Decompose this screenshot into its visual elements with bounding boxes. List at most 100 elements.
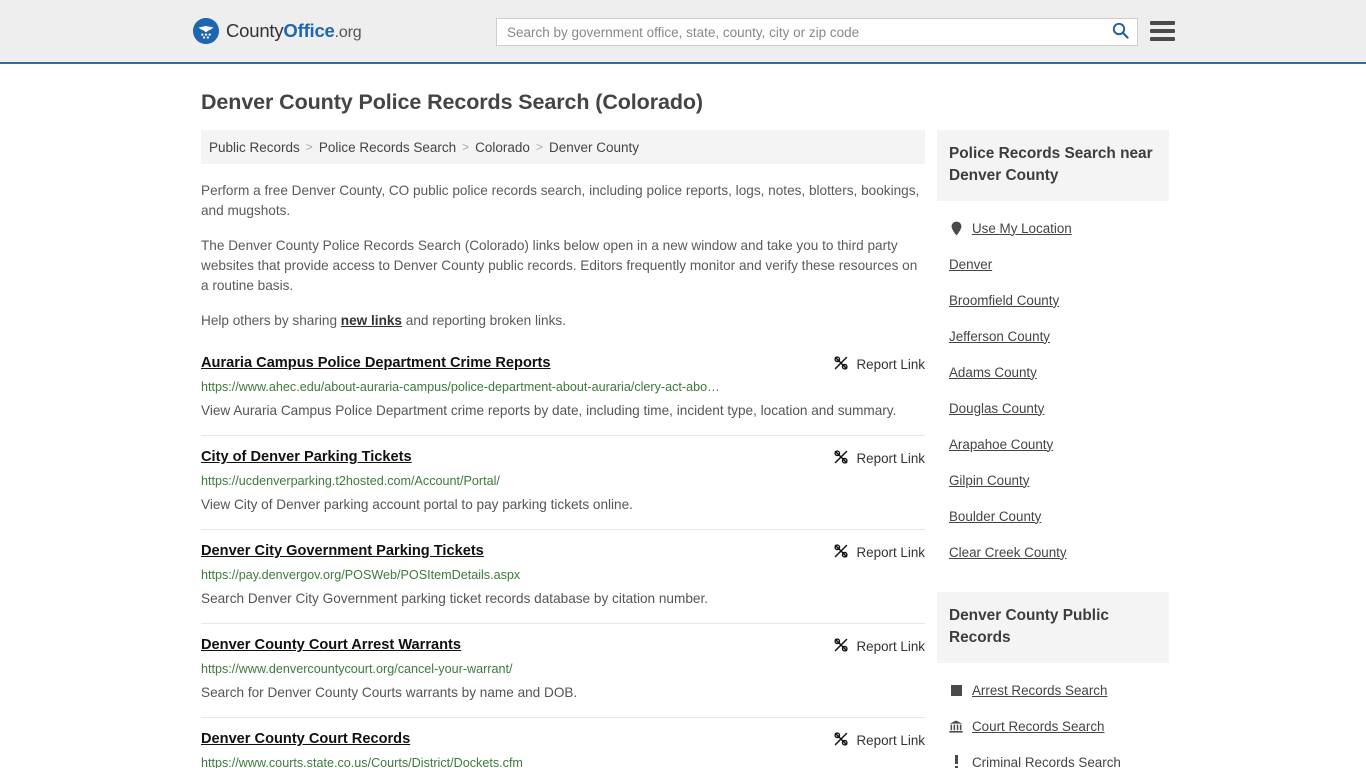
sidebar-public-records-block: Denver County Public Records Arrest Reco… [937,592,1169,768]
result-header: Denver County Court Arrest Warrants Repo… [201,636,925,656]
sidebar-item-boulder-county[interactable]: Boulder County [937,498,1169,534]
sidebar-item-criminal-records-search[interactable]: Criminal Records Search [937,744,1169,768]
logo-text-county: County [226,20,284,41]
results-list: Auraria Campus Police Department Crime R… [201,348,925,768]
sidebar-public-records-heading: Denver County Public Records [937,592,1169,663]
sidebar-item-jefferson-county[interactable]: Jefferson County [937,318,1169,354]
result-title-link[interactable]: City of Denver Parking Tickets [201,448,412,467]
breadcrumb-separator: > [462,140,470,154]
sidebar-link[interactable]: Denver [949,257,992,272]
report-link-button[interactable]: Report Link [833,449,925,468]
result-url: https://www.ahec.edu/about-auraria-campu… [201,380,720,394]
report-link-button[interactable]: Report Link [833,637,925,656]
sidebar-public-records-list: Arrest Records Search Court Records Sear… [937,672,1169,768]
sidebar-link[interactable]: Douglas County [949,401,1044,416]
page-layout: Public Records > Police Records Search >… [193,130,1173,768]
result-item: City of Denver Parking Tickets Report Li… [201,435,925,529]
sidebar-link[interactable]: Criminal Records Search [972,755,1121,768]
sidebar-item-gilpin-county[interactable]: Gilpin County [937,462,1169,498]
report-link-button[interactable]: Report Link [833,543,925,562]
result-description: Search for Denver County Courts warrants… [201,685,578,700]
report-link-label: Report Link [856,451,925,466]
breadcrumb-separator: > [535,140,543,154]
sidebar-item-denver[interactable]: Denver [937,246,1169,282]
broken-link-icon [833,543,849,562]
hamburger-menu-icon[interactable] [1150,21,1175,41]
result-title-link[interactable]: Auraria Campus Police Department Crime R… [201,354,551,373]
report-link-label: Report Link [856,357,925,372]
sidebar-link[interactable]: Use My Location [972,221,1072,236]
main-column: Public Records > Police Records Search >… [193,130,925,768]
result-url: https://pay.denvergov.org/POSWeb/POSItem… [201,568,521,582]
sidebar-link[interactable]: Arrest Records Search [972,683,1107,698]
breadcrumb-item-denver-county: Denver County [548,139,640,155]
sidebar-item-broomfield-county[interactable]: Broomfield County [937,282,1169,318]
search-input[interactable] [497,19,1103,45]
result-url: https://ucdenverparking.t2hosted.com/Acc… [201,474,500,488]
result-title-link[interactable]: Denver County Court Arrest Warrants [201,636,461,655]
breadcrumb-separator: > [305,140,313,154]
content-container: Denver County Police Records Search (Col… [193,90,1173,768]
sidebar-link[interactable]: Broomfield County [949,293,1059,308]
intro-paragraph-2: The Denver County Police Records Search … [201,238,918,293]
sidebar-link[interactable]: Boulder County [949,509,1041,524]
sidebar-link[interactable]: Court Records Search [972,719,1104,734]
report-link-button[interactable]: Report Link [833,731,925,750]
breadcrumb-item-public-records[interactable]: Public Records [209,140,300,155]
search-icon [1112,22,1129,42]
result-description: Search Denver City Government parking ti… [201,591,708,606]
site-logo[interactable]: CountyOffice.org [193,18,362,44]
intro-p3-before: Help others by sharing [201,313,341,328]
result-item: Denver County Court Arrest Warrants Repo… [201,623,925,717]
sidebar-nearby-list: Use My Location Denver Broomfield County… [937,210,1169,570]
sidebar-item-adams-county[interactable]: Adams County [937,354,1169,390]
sidebar-link[interactable]: Clear Creek County [949,545,1067,560]
sidebar-item-clear-creek-county[interactable]: Clear Creek County [937,534,1169,570]
report-link-label: Report Link [856,639,925,654]
result-item: Auraria Campus Police Department Crime R… [201,348,925,435]
report-link-label: Report Link [856,545,925,560]
page-body: Denver County Police Records Search (Col… [0,90,1366,768]
sidebar-item-douglas-county[interactable]: Douglas County [937,390,1169,426]
result-header: Denver County Court Records Report Link [201,730,925,750]
sidebar-link[interactable]: Gilpin County [949,473,1029,488]
new-links-link[interactable]: new links [341,313,402,328]
broken-link-icon [833,355,849,374]
eagle-seal-icon [193,18,219,44]
report-link-label: Report Link [856,733,925,748]
sidebar-link[interactable]: Arapahoe County [949,437,1053,452]
breadcrumb-item-police-records-search[interactable]: Police Records Search [319,140,456,155]
intro-paragraph-1: Perform a free Denver County, CO public … [201,183,920,218]
sidebar-link[interactable]: Jefferson County [949,329,1050,344]
sidebar-item-arapahoe-county[interactable]: Arapahoe County [937,426,1169,462]
intro-p3-after: and reporting broken links. [402,313,566,328]
result-item: Denver City Government Parking Tickets R… [201,529,925,623]
broken-link-icon [833,449,849,468]
result-header: Denver City Government Parking Tickets R… [201,542,925,562]
search-bar[interactable] [496,18,1138,46]
hamburger-bar [1150,21,1175,25]
result-header: Auraria Campus Police Department Crime R… [201,354,925,374]
sidebar-item-court-records-search[interactable]: Court Records Search [937,708,1169,744]
breadcrumb-item-colorado[interactable]: Colorado [475,140,530,155]
result-header: City of Denver Parking Tickets Report Li… [201,448,925,468]
result-title-link[interactable]: Denver City Government Parking Tickets [201,542,484,561]
sidebar-nearby-block: Police Records Search near Denver County… [937,130,1169,570]
result-url: https://www.courts.state.co.us/Courts/Di… [201,756,523,768]
logo-text-org: .org [334,24,362,41]
report-link-button[interactable]: Report Link [833,355,925,374]
result-title-link[interactable]: Denver County Court Records [201,730,410,749]
hamburger-bar [1150,29,1175,33]
courthouse-icon [949,720,963,733]
logo-text-office: Office [283,20,335,41]
broken-link-icon [833,637,849,656]
fingerprint-square-icon [949,684,963,696]
search-button[interactable] [1103,19,1137,45]
sidebar-item-use-my-location[interactable]: Use My Location [937,210,1169,246]
hamburger-bar [1150,37,1175,41]
result-description: View Auraria Campus Police Department cr… [201,403,897,418]
sidebar-item-arrest-records-search[interactable]: Arrest Records Search [937,672,1169,708]
broken-link-icon [833,731,849,750]
result-item: Denver County Court Records Report Link … [201,717,925,768]
sidebar-link[interactable]: Adams County [949,365,1037,380]
